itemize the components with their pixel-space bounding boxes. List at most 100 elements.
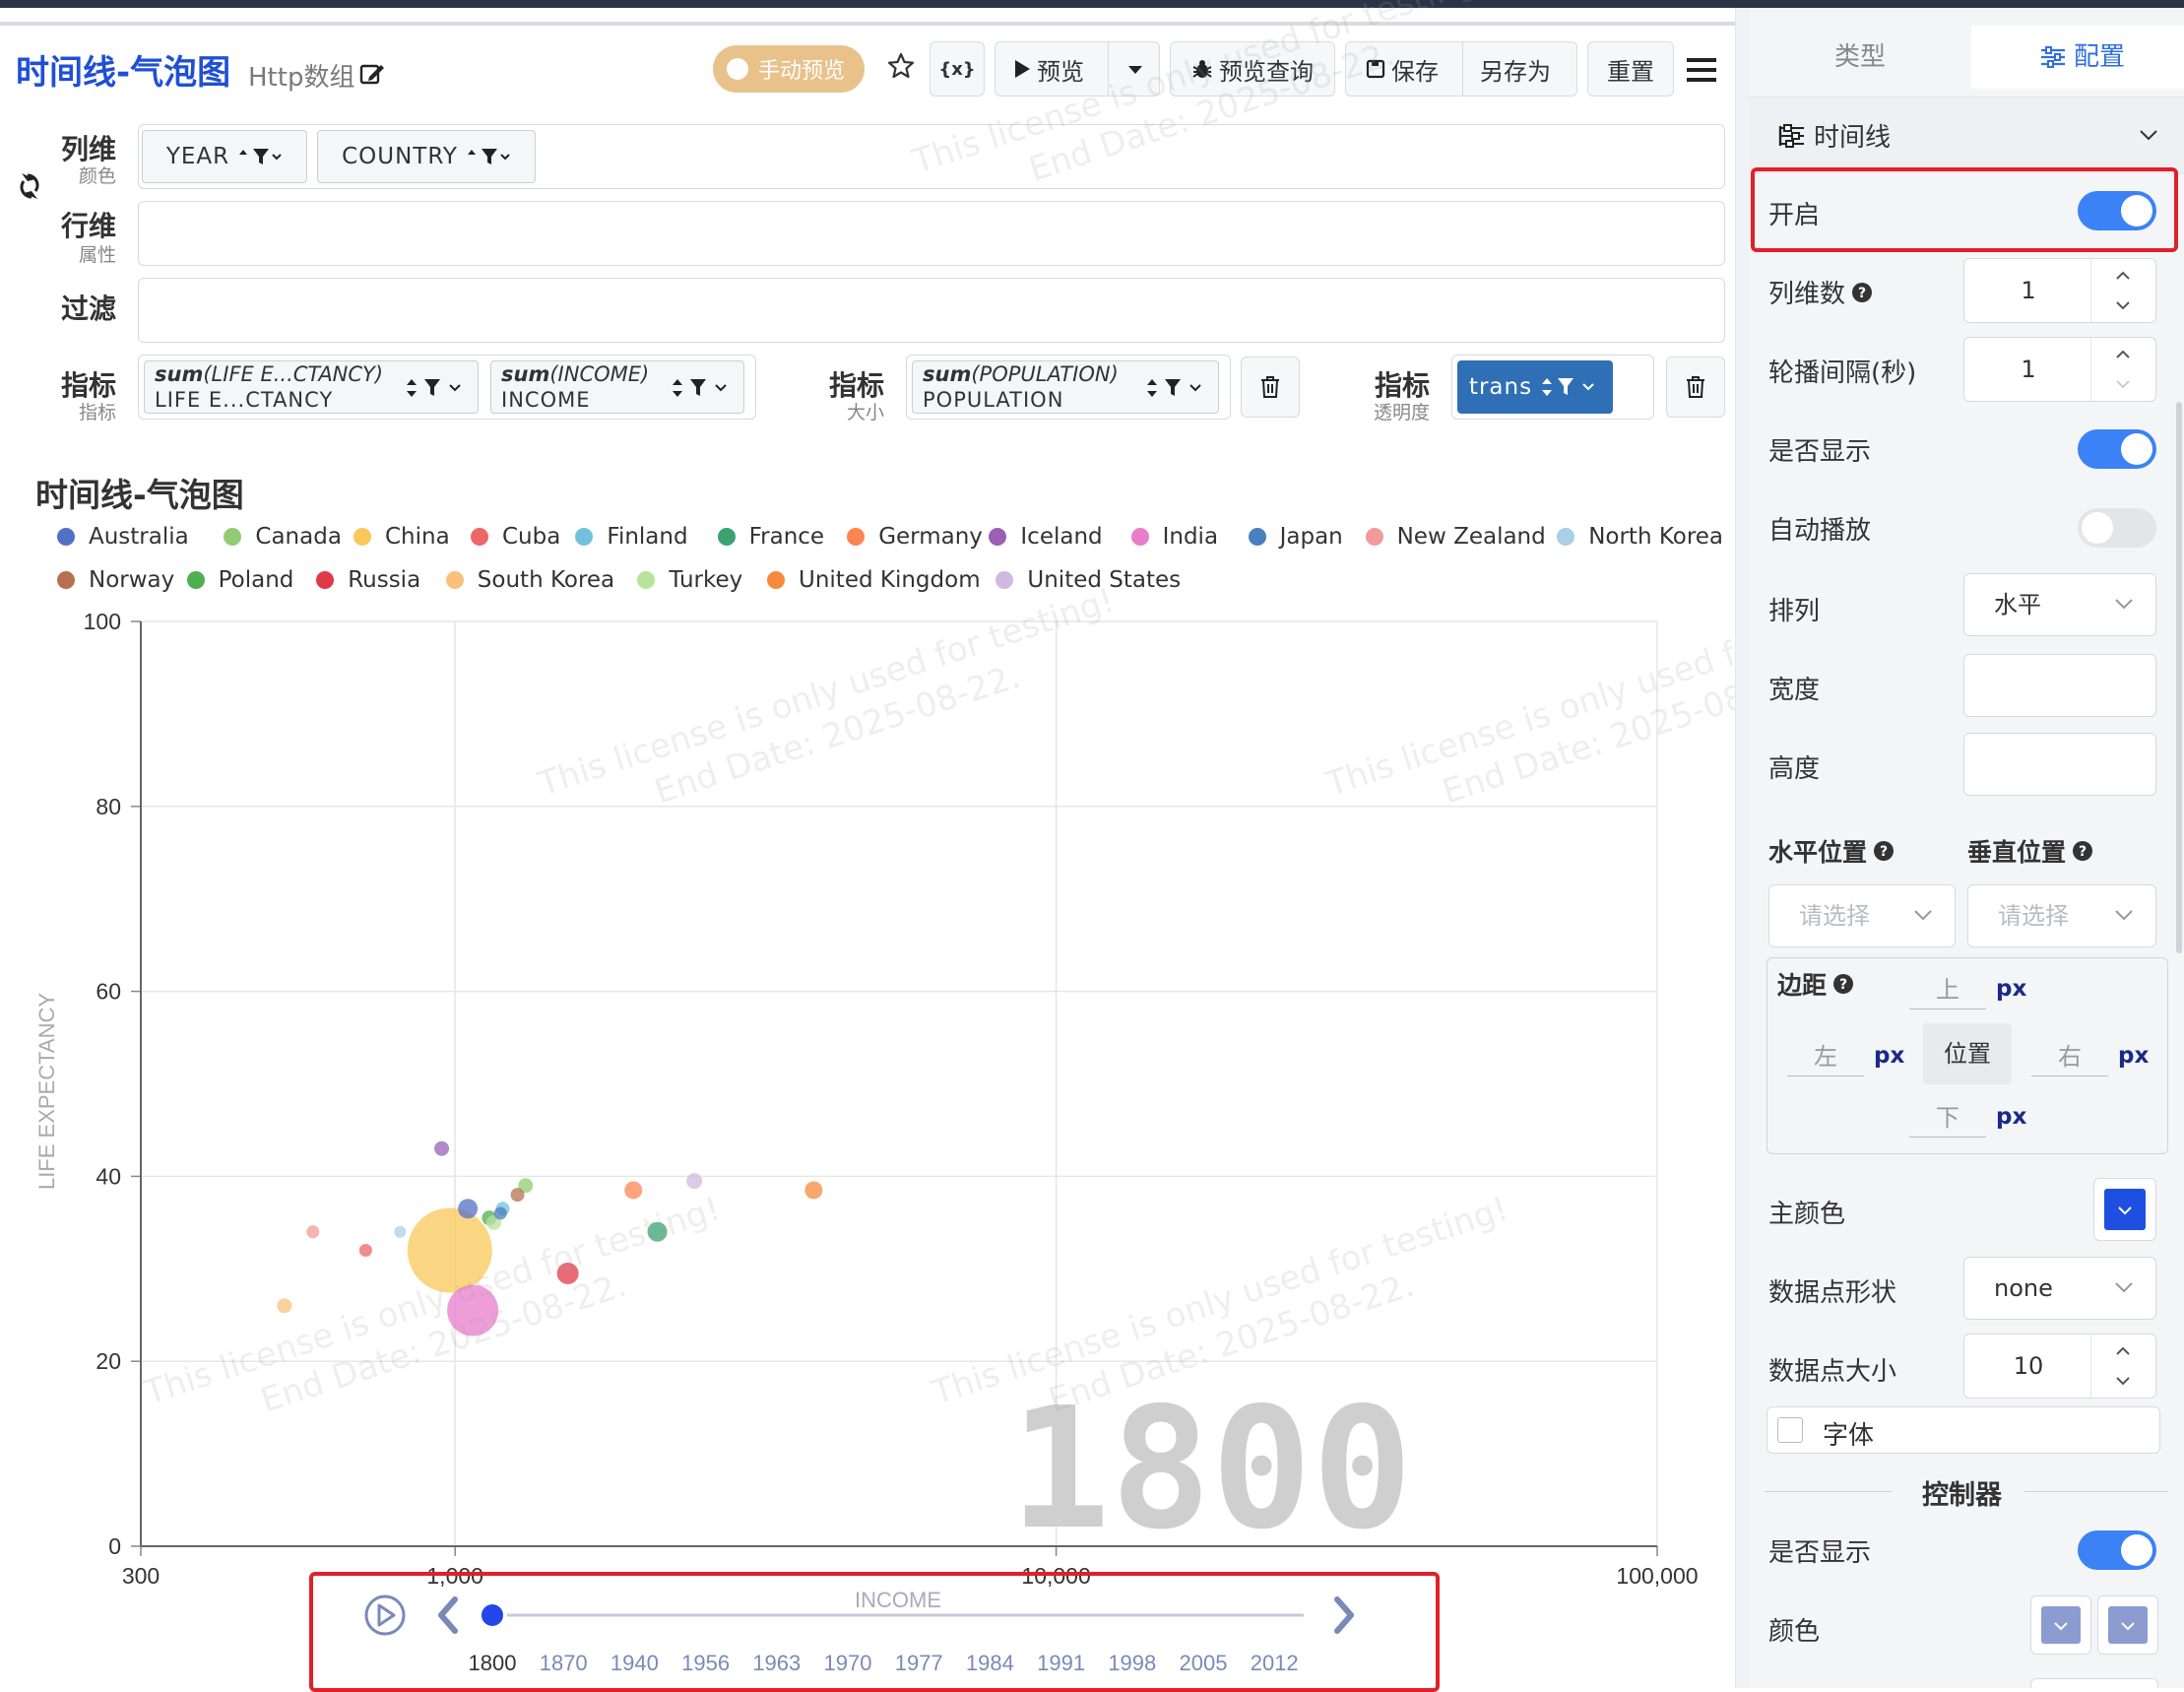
delete-size-metric-button[interactable] <box>1241 357 1300 418</box>
legend-item[interactable]: Finland <box>575 524 688 550</box>
col-count-input[interactable]: 1 <box>1963 258 2156 323</box>
vpos-select[interactable]: 请选择 <box>1967 884 2156 947</box>
help-icon[interactable]: ? <box>1832 973 1854 995</box>
legend-item[interactable]: Canada <box>224 524 342 550</box>
bubble-australia[interactable] <box>458 1199 479 1219</box>
caret-down-icon[interactable] <box>1127 65 1143 75</box>
bubble-north-korea[interactable] <box>394 1225 407 1238</box>
chevron-down-icon[interactable] <box>2115 379 2131 389</box>
preview-button[interactable]: 预览 <box>995 41 1160 97</box>
bubble-china[interactable] <box>407 1207 492 1293</box>
manual-preview-toggle[interactable]: 手动预览 <box>713 45 865 93</box>
panel-scrollbar[interactable] <box>2176 402 2182 953</box>
legend-item[interactable]: Norway <box>57 567 174 593</box>
symbol-select[interactable]: none <box>1963 1257 2156 1320</box>
sort-filter-icon[interactable] <box>466 147 511 166</box>
section-timeline-header[interactable]: 时间线 <box>1749 97 2184 173</box>
bubble-norway[interactable] <box>510 1188 525 1203</box>
bubble-germany[interactable] <box>624 1181 643 1200</box>
col-dim-tag-year[interactable]: YEAR <box>142 130 307 183</box>
star-icon[interactable] <box>886 51 916 81</box>
legend-item[interactable]: South Korea <box>445 567 614 593</box>
col-dim-tag-country[interactable]: COUNTRY <box>317 130 536 183</box>
sort-filter-icon[interactable] <box>671 377 736 399</box>
sort-filter-icon[interactable] <box>1145 377 1210 399</box>
font-checkbox[interactable] <box>1777 1417 1803 1443</box>
bubble-japan[interactable] <box>493 1206 507 1220</box>
delete-alpha-metric-button[interactable] <box>1666 357 1725 418</box>
legend-item[interactable]: Australia <box>57 524 189 550</box>
legend-item[interactable]: Poland <box>186 567 293 593</box>
stepper[interactable] <box>2090 338 2155 401</box>
metric-tag-trans[interactable]: trans <box>1457 360 1613 414</box>
chevron-up-icon[interactable] <box>2115 1346 2131 1356</box>
legend-item[interactable]: Russia <box>316 567 420 593</box>
bubble-united-kingdom[interactable] <box>804 1181 823 1200</box>
help-icon[interactable]: ? <box>2072 840 2093 862</box>
tab-config[interactable]: 配置 <box>1971 26 2184 89</box>
legend-item[interactable]: China <box>353 524 450 550</box>
edit-icon[interactable] <box>359 61 385 87</box>
legend-item[interactable]: Japan <box>1248 524 1343 550</box>
legend-item[interactable]: France <box>717 524 824 550</box>
legend-item[interactable]: Cuba <box>471 524 560 550</box>
legend-item[interactable]: North Korea <box>1557 524 1723 550</box>
menu-icon[interactable] <box>1687 57 1716 83</box>
orient-select[interactable]: 水平 <box>1963 573 2156 636</box>
bubble-united-states[interactable] <box>686 1173 703 1190</box>
reset-button[interactable]: 重置 <box>1587 41 1674 97</box>
metric-tag-income[interactable]: sum(INCOME) INCOME <box>490 360 744 414</box>
panel-splitter[interactable] <box>1735 8 1749 1688</box>
filter-dropzone[interactable] <box>138 278 1725 343</box>
legend-item[interactable]: Turkey <box>637 567 742 593</box>
legend-item[interactable]: United States <box>996 567 1181 593</box>
margin-top-input[interactable]: 上 <box>1909 970 1986 1009</box>
main-color-picker[interactable] <box>2093 1178 2156 1241</box>
bubble-india[interactable] <box>447 1284 499 1336</box>
help-icon[interactable]: ? <box>1851 282 1873 303</box>
bubble-south-korea[interactable] <box>277 1298 292 1314</box>
ctrl-color-picker-1[interactable] <box>2030 1595 2091 1655</box>
stepper[interactable] <box>2090 1334 2155 1398</box>
margin-left-input[interactable]: 左 <box>1787 1037 1864 1076</box>
preview-query-button[interactable]: 预览查询 <box>1170 41 1335 97</box>
chevron-down-icon[interactable] <box>2115 300 2131 310</box>
show-toggle[interactable] <box>2078 429 2156 469</box>
row-dim-dropzone[interactable] <box>138 201 1725 266</box>
interval-input[interactable]: 1 <box>1963 337 2156 402</box>
help-icon[interactable]: ? <box>1873 840 1895 862</box>
bubble-france[interactable] <box>647 1221 668 1242</box>
margin-bottom-input[interactable]: 下 <box>1909 1098 1986 1138</box>
next-field[interactable] <box>2030 1678 2158 1688</box>
bubble-cuba[interactable] <box>358 1244 372 1258</box>
width-input[interactable] <box>1963 654 2156 717</box>
margin-right-input[interactable]: 右 <box>2031 1037 2108 1076</box>
height-input[interactable] <box>1963 733 2156 796</box>
metric-tag-life-expectancy[interactable]: sum(LIFE E...CTANCY) LIFE E...CTANCY <box>144 360 479 414</box>
ctrl-show-toggle[interactable] <box>2078 1530 2156 1570</box>
metric-tag-population[interactable]: sum(POPULATION) POPULATION <box>912 360 1219 414</box>
bubble-new-zealand[interactable] <box>306 1225 320 1239</box>
bubble-iceland[interactable] <box>434 1140 450 1156</box>
sort-filter-icon[interactable] <box>237 147 283 166</box>
chevron-down-icon[interactable] <box>2115 1376 2131 1386</box>
chevron-up-icon[interactable] <box>2115 350 2131 359</box>
legend-item[interactable]: New Zealand <box>1365 524 1546 550</box>
position-button[interactable]: 位置 <box>1923 1023 2012 1084</box>
autoplay-toggle[interactable] <box>2078 508 2156 548</box>
variables-button[interactable]: {x} <box>930 41 985 97</box>
legend-item[interactable]: Iceland <box>989 524 1103 550</box>
stepper[interactable] <box>2090 259 2155 322</box>
save-button[interactable]: 保存 <box>1366 52 1439 87</box>
legend-item[interactable]: Germany <box>847 524 983 550</box>
legend-item[interactable]: United Kingdom <box>767 567 981 593</box>
sort-filter-icon[interactable] <box>405 377 470 399</box>
symbol-size-input[interactable]: 10 <box>1963 1334 2156 1399</box>
bubble-russia[interactable] <box>556 1262 579 1284</box>
ctrl-color-picker-2[interactable] <box>2097 1595 2158 1655</box>
hpos-select[interactable]: 请选择 <box>1768 884 1956 947</box>
font-section[interactable]: 字体 <box>1766 1406 2160 1454</box>
sort-filter-icon[interactable] <box>1540 376 1601 398</box>
tab-type[interactable]: 类型 <box>1749 26 1971 89</box>
legend-item[interactable]: India <box>1130 524 1218 550</box>
